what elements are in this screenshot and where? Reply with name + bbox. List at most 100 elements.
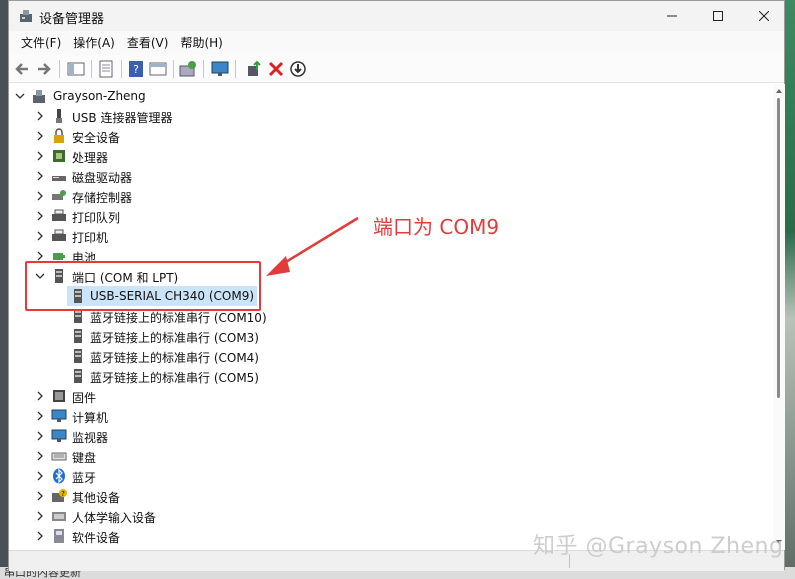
menu-action[interactable]: 操作(A) (67, 32, 121, 54)
menu-view[interactable]: 查看(V) (121, 32, 175, 54)
chevron-right-icon[interactable] (35, 151, 45, 161)
tree-category[interactable]: ? 其他设备 (9, 486, 749, 506)
tree-category-label: 其他设备 (72, 491, 121, 505)
scan-hardware-icon[interactable] (179, 60, 197, 78)
device-manager-app-icon (20, 10, 32, 22)
chevron-right-icon[interactable] (35, 171, 45, 181)
toolbar-separator (91, 60, 92, 78)
storage-controller-icon (52, 190, 66, 200)
minimize-button[interactable] (649, 1, 695, 31)
tree-category[interactable]: 存储控制器 (9, 186, 749, 206)
view-resources-icon[interactable] (149, 60, 167, 78)
show-hide-tree-icon[interactable] (67, 60, 85, 78)
software-device-icon (54, 529, 64, 543)
tree-category[interactable]: 磁盘驱动器 (9, 166, 749, 186)
annotation-text: 端口为 COM9 (373, 215, 500, 239)
tree-category[interactable]: 键盘 (9, 446, 749, 466)
port-item[interactable]: 蓝牙链接上的标准串行 (COM4) (9, 346, 749, 366)
close-button[interactable] (741, 1, 787, 31)
tree-category-label: 磁盘驱动器 (72, 171, 133, 185)
close-icon (759, 11, 769, 21)
chevron-right-icon[interactable] (35, 431, 45, 441)
chevron-right-icon[interactable] (35, 451, 45, 461)
bluetooth-icon (53, 468, 65, 484)
tree-root-label: Grayson-Zheng (53, 89, 146, 103)
title-bar[interactable]: 设备管理器 (9, 1, 784, 31)
forward-arrow-icon[interactable] (35, 60, 53, 78)
tree-category-label: 软件设备 (72, 531, 121, 545)
menu-help[interactable]: 帮助(H) (174, 32, 228, 54)
printer-icon (52, 229, 66, 241)
vertical-scrollbar[interactable] (773, 84, 785, 550)
tree-category-label: USB 连接器管理器 (72, 111, 173, 125)
tree-category[interactable]: 监视器 (9, 426, 749, 446)
chevron-right-icon[interactable] (35, 531, 45, 541)
usb-connector-icon (56, 109, 62, 123)
print-queue-icon (52, 209, 66, 221)
disk-drive-icon (52, 176, 66, 181)
port-item[interactable]: 蓝牙链接上的标准串行 (COM3) (9, 326, 749, 346)
chevron-right-icon[interactable] (35, 511, 45, 521)
scrollbar-thumb[interactable] (777, 98, 780, 398)
chevron-right-icon[interactable] (35, 131, 45, 141)
tree-root[interactable]: Grayson-Zheng (9, 86, 749, 106)
port-device-icon (74, 369, 82, 383)
chevron-right-icon[interactable] (35, 231, 45, 241)
chevron-right-icon[interactable] (35, 211, 45, 221)
tree-category-label: 存储控制器 (72, 191, 133, 205)
tree-category[interactable]: 处理器 (9, 146, 749, 166)
tree-category[interactable]: 固件 (9, 386, 749, 406)
monitor-icon (51, 429, 67, 442)
tree-category[interactable]: USB 连接器管理器 (9, 106, 749, 126)
computer-icon (51, 409, 67, 422)
port-item[interactable]: 蓝牙链接上的标准串行 (COM5) (9, 366, 749, 386)
tree-category[interactable]: 计算机 (9, 406, 749, 426)
tree-category-label: 打印队列 (72, 211, 121, 225)
chevron-right-icon[interactable] (35, 391, 45, 401)
tree-category[interactable]: 人体学输入设备 (9, 506, 749, 526)
port-item-label: 蓝牙链接上的标准串行 (COM4) (90, 351, 259, 365)
keyboard-icon (51, 452, 67, 461)
chevron-right-icon[interactable] (35, 411, 45, 421)
chevron-right-icon[interactable] (35, 191, 45, 201)
device-manager-window: 设备管理器 文件(F) 操作(A) 查看(V) 帮助(H) ? Grayson-… (8, 0, 785, 571)
menu-file[interactable]: 文件(F) (15, 32, 67, 54)
chevron-right-icon[interactable] (35, 111, 45, 121)
toolbar-separator (235, 60, 236, 78)
port-device-icon (74, 349, 82, 363)
tree-category[interactable]: 蓝牙 (9, 466, 749, 486)
monitor-scan-icon[interactable] (211, 60, 229, 78)
chevron-right-icon[interactable] (35, 471, 45, 481)
back-arrow-icon[interactable] (13, 60, 31, 78)
tree-category-label: 蓝牙 (72, 471, 97, 485)
tree-category-label: 监视器 (72, 431, 109, 445)
maximize-button[interactable] (695, 1, 741, 31)
menu-bar: 文件(F) 操作(A) 查看(V) 帮助(H) (9, 31, 784, 55)
chevron-down-icon[interactable] (15, 91, 25, 101)
minimize-icon (667, 15, 677, 17)
toolbar-separator (173, 60, 174, 78)
tree-category[interactable]: 安全设备 (9, 126, 749, 146)
scroll-up-icon[interactable] (775, 87, 783, 95)
security-device-icon (54, 128, 64, 143)
tree-category-label: 安全设备 (72, 131, 121, 145)
tree-category-label: 打印机 (72, 231, 109, 245)
maximize-icon (713, 11, 723, 21)
chevron-right-icon[interactable] (35, 491, 45, 501)
port-device-icon (74, 329, 82, 343)
toolbar-separator (203, 60, 204, 78)
toolbar: ? (9, 55, 784, 83)
update-driver-icon[interactable] (245, 60, 263, 78)
watermark: 知乎 @Grayson Zheng (533, 534, 784, 559)
chevron-right-icon[interactable] (35, 251, 45, 261)
properties-icon[interactable] (97, 60, 115, 78)
disable-device-icon[interactable] (289, 60, 307, 78)
device-tree: Grayson-Zheng USB 连接器管理器 安全设备 处理器 磁盘驱动器 … (9, 84, 773, 550)
other-device-icon: ? (52, 489, 67, 502)
hid-icon (52, 512, 66, 521)
toolbar-separator (121, 60, 122, 78)
uninstall-icon[interactable] (267, 60, 285, 78)
help-icon[interactable]: ? (127, 60, 145, 78)
tree-category-label: 计算机 (72, 411, 109, 425)
tree-category-label: 固件 (72, 391, 97, 405)
